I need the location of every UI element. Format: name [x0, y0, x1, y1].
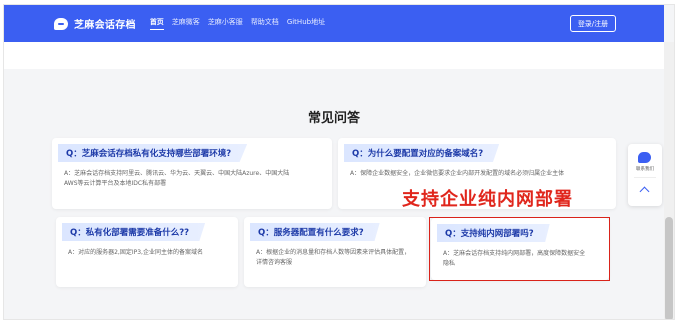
- faq-card-3[interactable]: Q：私有化部署需要准备什么?? A：对应的服务器2,固定IP3,企业同主体的备案…: [56, 217, 238, 287]
- brand-logo[interactable]: 芝麻会话存档: [54, 16, 136, 31]
- nav-item-home[interactable]: 首页: [149, 17, 164, 30]
- scrollbar-thumb[interactable]: [665, 217, 673, 319]
- faq-answer: A：芝麻会话存档支持阿里云、腾讯云、华为云、天翼云、中国大陆Azure、中国大陆…: [64, 169, 289, 189]
- question-banner: Q：芝麻会话存档私有化支持哪些部署环境?: [58, 144, 248, 162]
- faq-card-4[interactable]: Q：服务器配置有什么要求? A：根据企业的消息量和存档人数等因素来评估具体配置，…: [244, 217, 426, 287]
- faq-answer-line-1: A：对应的服务器2,固定IP3,企业同主体的备案域名: [68, 249, 203, 256]
- question-banner: Q：私有化部署需要准备什么??: [62, 223, 206, 241]
- login-register-button[interactable]: 登录/注册: [570, 15, 616, 32]
- faq-answer: A：根据企业的消息量和存档人数等因素来评估具体配置， 详情咨询客服: [256, 248, 410, 268]
- highlight-annotation-box: [429, 217, 610, 281]
- nav-item-small-service[interactable]: 芝麻小客服: [208, 17, 243, 30]
- faq-answer-line-1: A：根据企业的消息量和存档人数等因素来评估具体配置，: [256, 249, 411, 256]
- question-banner: Q：为什么要配置对应的备案域名?: [344, 144, 500, 162]
- faq-answer: A：保障企业数据安全，企业微信要求企业内部开发配置的域名必须归属企业主体: [350, 169, 564, 179]
- nav-item-help-docs[interactable]: 帮助文档: [251, 17, 279, 30]
- nav-menu: 首页 芝麻微客 芝麻小客服 帮助文档 GitHub地址: [149, 17, 325, 30]
- faq-question: Q：为什么要配置对应的备案域名?: [352, 149, 484, 159]
- nav-item-github[interactable]: GitHub地址: [287, 17, 325, 30]
- faq-answer: A：对应的服务器2,固定IP3,企业同主体的备案域名: [68, 248, 203, 258]
- faq-card-1[interactable]: Q：芝麻会话存档私有化支持哪些部署环境? A：芝麻会话存档支持阿里云、腾讯云、华…: [52, 138, 332, 209]
- contact-us-label[interactable]: 联系我们: [628, 166, 662, 172]
- nav-item-weike[interactable]: 芝麻微客: [172, 17, 200, 30]
- floating-contact-panel: 联系我们: [628, 144, 662, 206]
- vertical-scrollbar[interactable]: [664, 42, 674, 319]
- chat-bubble-logo-icon: [54, 17, 68, 30]
- faq-question: Q：芝麻会话存档私有化支持哪些部署环境?: [66, 149, 232, 159]
- faq-answer-line-2: 详情咨询客服: [256, 259, 293, 266]
- chevron-up-icon[interactable]: [639, 186, 650, 197]
- faq-title: 常见问答: [307, 111, 360, 126]
- page-frame: 芝麻会话存档 首页 芝麻微客 芝麻小客服 帮助文档 GitHub地址 登录/注册…: [3, 4, 675, 320]
- panel-divider: [634, 177, 656, 178]
- content-top-band: [4, 42, 664, 69]
- faq-question: Q：服务器配置有什么要求?: [258, 228, 364, 238]
- faq-question: Q：私有化部署需要准备什么??: [70, 228, 190, 238]
- top-navbar: 芝麻会话存档 首页 芝麻微客 芝麻小客服 帮助文档 GitHub地址 登录/注册: [4, 5, 664, 42]
- question-banner: Q：服务器配置有什么要求?: [250, 223, 380, 241]
- annotation-callout: 支持企业纯内网部署: [402, 189, 573, 210]
- faq-answer-line-2: AWS等云计算平台及本地IDC私有部署: [64, 180, 167, 187]
- chat-icon[interactable]: [638, 152, 651, 163]
- faq-answer-line-1: A：芝麻会话存档支持阿里云、腾讯云、华为云、天翼云、中国大陆Azure、中国大陆: [64, 170, 290, 177]
- faq-answer-line-1: A：保障企业数据安全，企业微信要求企业内部开发配置的域名必须归属企业主体: [350, 170, 565, 177]
- brand-name: 芝麻会话存档: [74, 20, 136, 31]
